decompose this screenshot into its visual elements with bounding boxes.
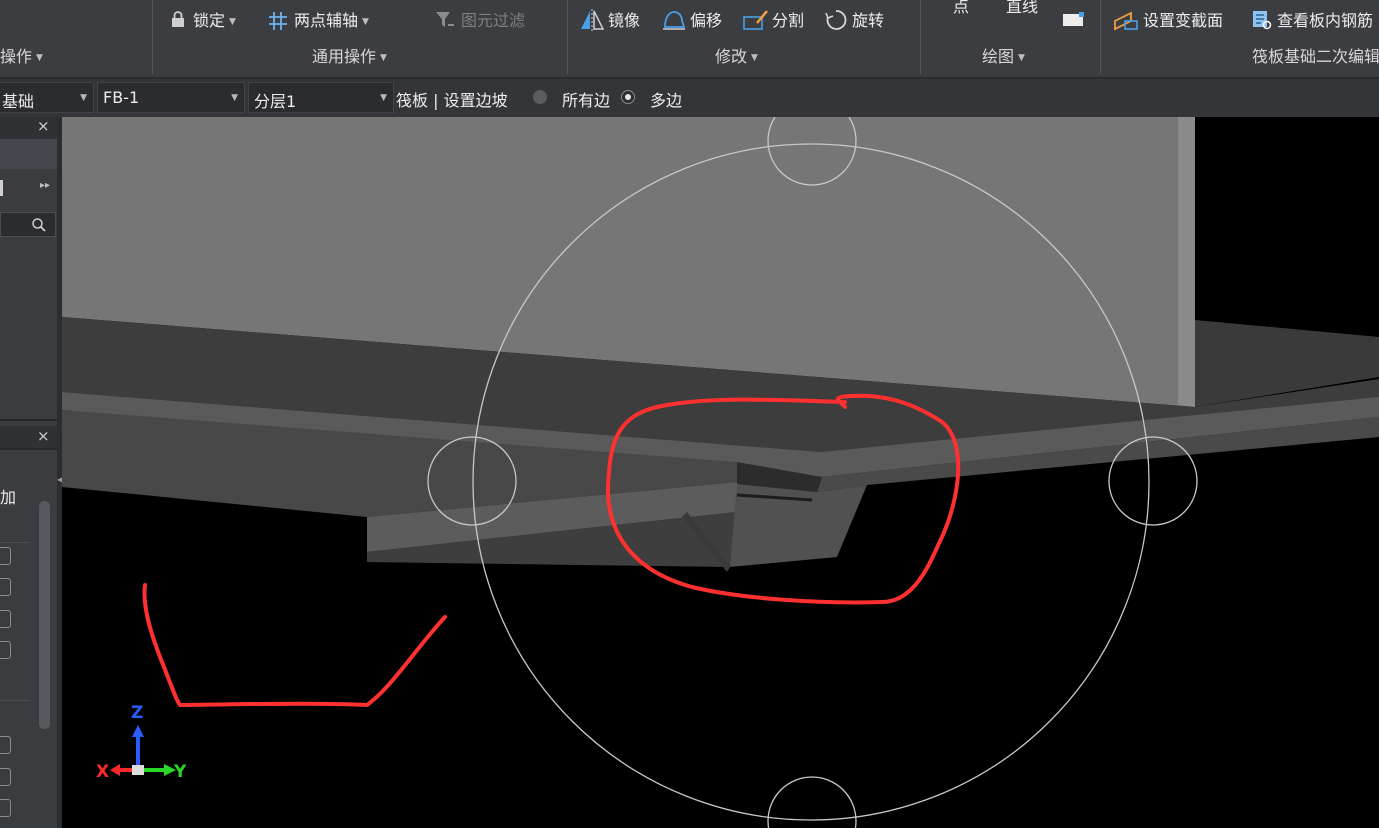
- 3d-viewport[interactable]: Z X Y: [62, 117, 1379, 828]
- search-icon[interactable]: [32, 218, 46, 232]
- axis-origin: [132, 765, 144, 775]
- axis-label-y: Y: [174, 762, 187, 782]
- split-button[interactable]: 分割: [772, 11, 804, 31]
- chevron-down-icon: ▼: [231, 93, 238, 103]
- chevron-down-icon: ▼: [80, 93, 87, 103]
- row-line: [0, 700, 30, 701]
- set-slope-face-button[interactable]: 设置变截面: [1143, 11, 1223, 31]
- line-button[interactable]: 直线: [1006, 0, 1038, 17]
- close-icon[interactable]: ×: [37, 427, 50, 445]
- scrollbar-thumb[interactable]: [39, 501, 50, 729]
- view-rebar-icon: [1253, 11, 1272, 30]
- lock-button[interactable]: 锁定 ▼: [193, 11, 236, 32]
- expand-icon[interactable]: ▸▸: [40, 180, 50, 191]
- element-filter-button[interactable]: 图元过滤: [461, 11, 525, 31]
- radio-multi-edges-label[interactable]: 多边: [650, 87, 682, 111]
- element-select[interactable]: FB-1 ▼: [97, 82, 245, 113]
- close-icon[interactable]: ×: [37, 117, 50, 135]
- panel-item-marker: [0, 180, 3, 196]
- checkbox[interactable]: [0, 799, 11, 817]
- z-arrow: [132, 725, 144, 737]
- left-panel: × ▸▸ × 加 ◀: [0, 117, 63, 828]
- checkbox[interactable]: [0, 610, 11, 628]
- two-point-axis-button[interactable]: 两点辅轴 ▼: [294, 11, 369, 32]
- separator: [152, 0, 153, 74]
- row-line: [0, 542, 30, 543]
- category-select[interactable]: 基础 ▼: [0, 82, 94, 113]
- checkbox[interactable]: [0, 547, 11, 565]
- panel-divider: [0, 419, 57, 421]
- split-icon: [743, 10, 768, 30]
- checkbox[interactable]: [0, 736, 11, 754]
- offset-button[interactable]: 偏移: [690, 11, 722, 31]
- rotate-button[interactable]: 旋转: [852, 11, 884, 31]
- checkbox[interactable]: [0, 768, 11, 786]
- group-modify[interactable]: 修改 ▼: [715, 47, 758, 68]
- lock-icon: [172, 11, 184, 27]
- filter-icon: [436, 12, 454, 27]
- group-common-ops[interactable]: 通用操作 ▼: [312, 47, 387, 68]
- axis-label-x: X: [96, 762, 110, 782]
- panel-search-input[interactable]: [0, 212, 56, 237]
- view-rebar-button[interactable]: 查看板内钢筋: [1277, 11, 1373, 31]
- rotate-icon: [825, 10, 847, 30]
- wall-edge: [1178, 117, 1195, 407]
- group-raft-edit[interactable]: 筏板基础二次编辑: [1252, 47, 1379, 67]
- radio-dot: [625, 94, 631, 100]
- panel-divider: [0, 448, 57, 450]
- chevron-down-icon: ▼: [380, 93, 387, 103]
- status-text: 筏板 | 设置边坡: [396, 91, 508, 110]
- add-label[interactable]: 加: [0, 484, 16, 508]
- point-button[interactable]: 点: [953, 0, 969, 17]
- annotation-bracket: [142, 583, 447, 707]
- scene-canvas: [62, 117, 1379, 828]
- radio-multi-edges[interactable]: [621, 90, 635, 104]
- radio-all-edges-label[interactable]: 所有边: [562, 87, 610, 111]
- radio-all-edges[interactable]: [533, 90, 547, 104]
- separator: [567, 0, 568, 74]
- offset-icon: [663, 11, 686, 30]
- separator: [920, 0, 921, 74]
- ribbon: 操作 ▼ 锁定 ▼ 两点辅轴 ▼ 图元过滤 通用操作 ▼ 镜像 偏移 分割 旋转 修改 ▼: [0, 0, 1379, 78]
- checkbox[interactable]: [0, 641, 11, 659]
- layer-value: 分层1: [254, 92, 297, 111]
- panel-row: [0, 139, 57, 169]
- layer-select[interactable]: 分层1 ▼: [248, 82, 394, 113]
- element-value: FB-1: [103, 88, 140, 107]
- group-operate[interactable]: 操作 ▼: [0, 47, 43, 68]
- separator: [1100, 0, 1101, 74]
- category-value: 基础: [2, 92, 35, 111]
- rectangle-draw-icon: [1063, 12, 1084, 26]
- mirror-button[interactable]: 镜像: [608, 11, 640, 31]
- set-slope-face-icon: [1114, 11, 1138, 31]
- axis-grid-icon: [269, 12, 287, 30]
- axis-label-z: Z: [131, 703, 144, 723]
- x-arrow: [110, 764, 120, 776]
- axis-triad: [110, 725, 176, 776]
- checkbox[interactable]: [0, 578, 11, 596]
- group-draw[interactable]: 绘图 ▼: [982, 47, 1025, 68]
- mirror-icon: [581, 9, 604, 31]
